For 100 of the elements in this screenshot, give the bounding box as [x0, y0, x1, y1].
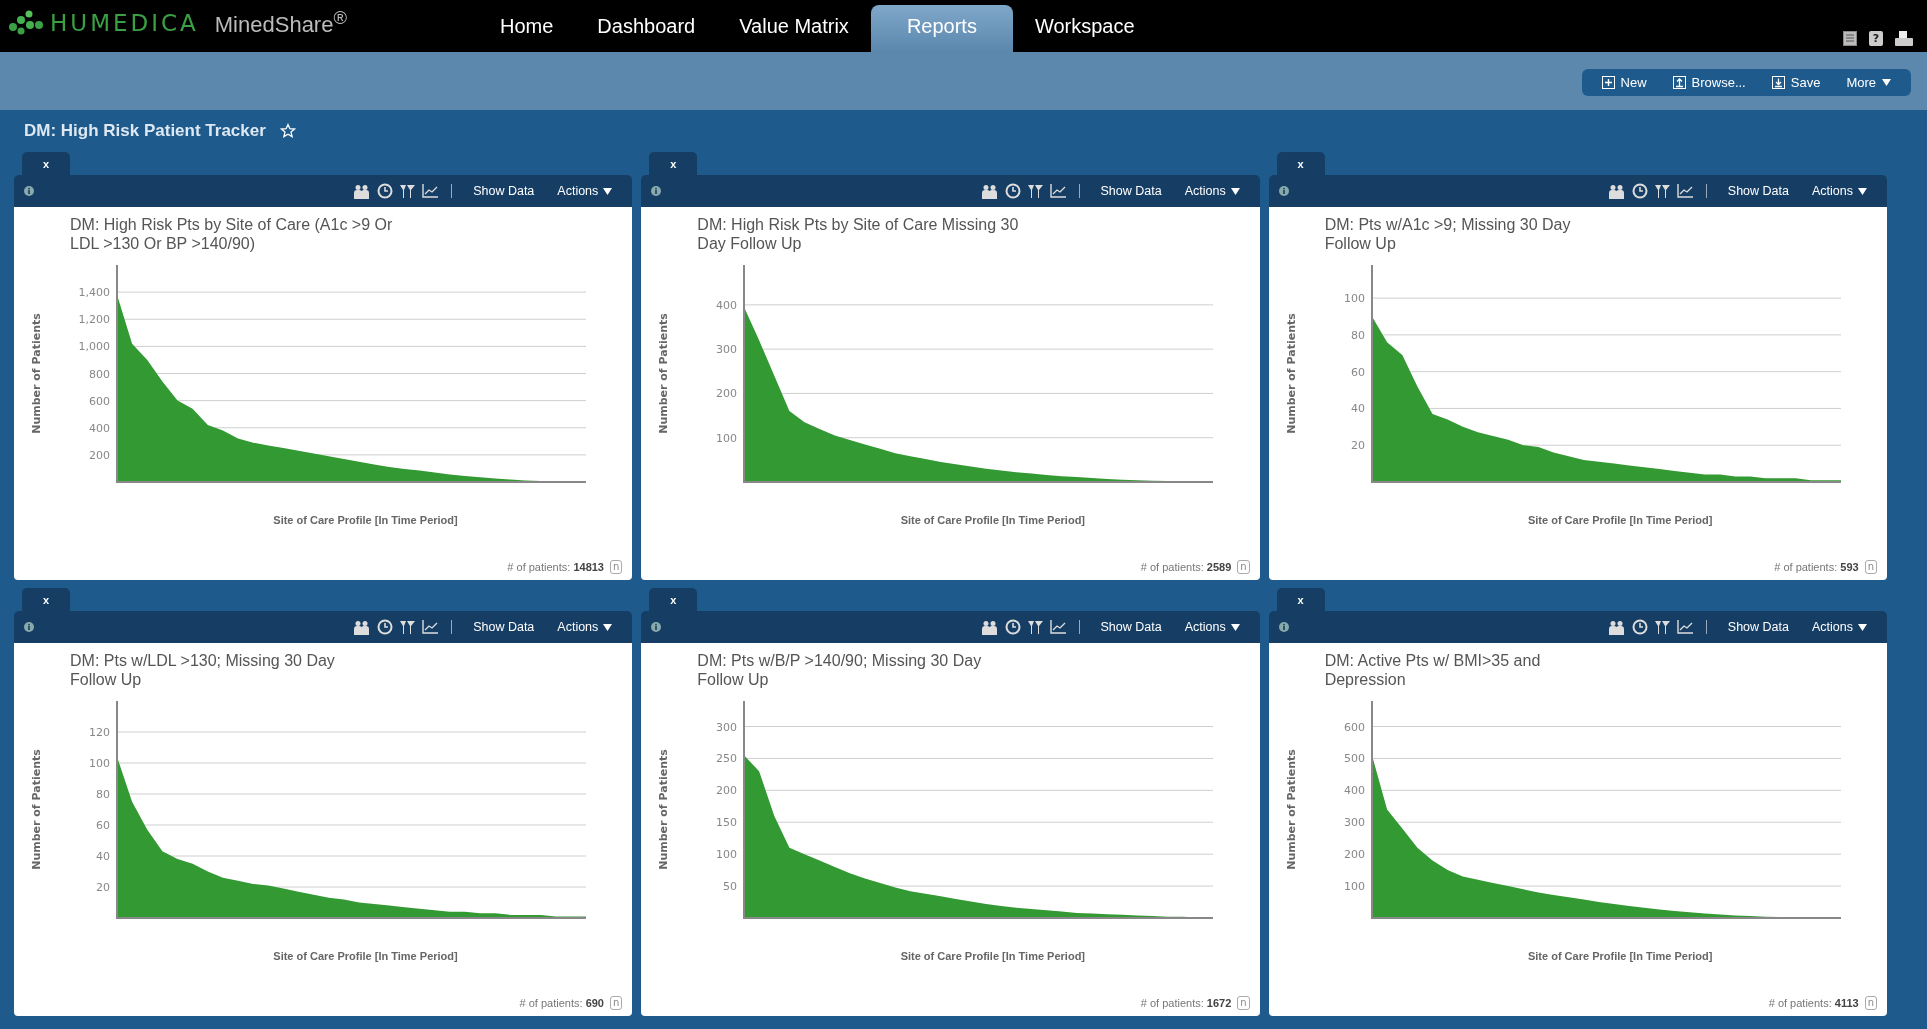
product-name: MinedShare$^{®}$ — [214, 7, 347, 39]
line-chart-icon[interactable] — [422, 184, 439, 198]
info-icon[interactable] — [24, 186, 34, 196]
line-chart-icon[interactable] — [1676, 620, 1693, 634]
actions-menu-button[interactable]: Actions — [549, 182, 621, 200]
chart-title: DM: Pts w/B/P >140/90; Missing 30 Day Follow Up — [697, 651, 982, 689]
clock-icon[interactable] — [377, 183, 394, 199]
actions-menu-button[interactable]: Actions — [1176, 618, 1248, 636]
close-tab[interactable]: x — [22, 588, 70, 611]
info-icon[interactable] — [1278, 622, 1289, 632]
clock-icon[interactable] — [1631, 183, 1648, 199]
y-tick-label: 200 — [716, 784, 738, 798]
close-tab[interactable]: x — [1276, 588, 1325, 611]
close-tab[interactable]: x — [649, 588, 698, 611]
chart-title: DM: High Risk Pts by Site of Care Missing 30 Day Follow Up — [697, 215, 1019, 253]
y-tick-label: 1,400 — [78, 286, 110, 300]
actions-menu-button[interactable]: Actions — [1804, 182, 1875, 200]
y-tick-label: 600 — [1343, 720, 1365, 734]
n-badge[interactable]: n — [1237, 996, 1250, 1010]
info-icon[interactable] — [651, 186, 662, 196]
chart-title: DM: Pts w/LDL >130; Missing 30 Day Follow Up — [70, 651, 335, 689]
line-chart-icon[interactable] — [1049, 620, 1066, 634]
y-tick-label: 1,200 — [78, 313, 110, 327]
filter-icon[interactable] — [400, 184, 416, 198]
caret-icon — [1858, 187, 1867, 195]
info-icon[interactable] — [1278, 186, 1289, 196]
filter-icon[interactable] — [1027, 184, 1043, 198]
x-axis-label: Site of Care Profile [In Time Period] — [900, 950, 1085, 962]
y-tick-label: 300 — [1343, 816, 1365, 830]
y-tick-label: 200 — [1343, 848, 1365, 862]
people-icon[interactable] — [353, 619, 371, 635]
patient-count: # of patients: 1672 — [1140, 997, 1232, 1009]
y-tick-label: 100 — [89, 757, 110, 770]
people-icon[interactable] — [1607, 183, 1625, 199]
x-axis-label: Site of Care Profile [In Time Period] — [1527, 514, 1713, 526]
people-icon[interactable] — [980, 619, 998, 635]
show-data-button[interactable]: Show Data — [1719, 618, 1797, 636]
clock-icon[interactable] — [1631, 619, 1648, 635]
nav-tab[interactable]: Dashboard — [575, 5, 718, 52]
save-button[interactable]: Save — [1763, 71, 1829, 93]
show-data-button[interactable]: Show Data — [465, 618, 543, 636]
show-data-button[interactable]: Show Data — [1719, 182, 1797, 200]
show-data-button[interactable]: Show Data — [1092, 618, 1170, 636]
filter-icon[interactable] — [1027, 620, 1043, 634]
y-axis-label: Number of Patients — [1284, 313, 1298, 434]
line-chart-icon[interactable] — [1049, 184, 1066, 198]
y-tick-label: 400 — [716, 298, 738, 312]
info-icon[interactable] — [24, 622, 34, 632]
y-axis-label: Number of Patients — [657, 313, 671, 434]
people-icon[interactable] — [1607, 619, 1625, 635]
people-icon[interactable] — [353, 183, 371, 199]
browse-button[interactable]: Browse... — [1664, 71, 1754, 93]
y-tick-label: 300 — [716, 720, 738, 734]
people-icon[interactable] — [980, 183, 998, 199]
patient-count: # of patients: 4113 — [1768, 997, 1859, 1009]
caret-icon — [603, 623, 613, 631]
y-axis-label: Number of Patients — [1284, 749, 1298, 870]
actions-menu-button[interactable]: Actions — [1804, 618, 1875, 636]
print-icon[interactable] — [1895, 31, 1913, 46]
clock-icon[interactable] — [1004, 183, 1021, 199]
actions-menu-button[interactable]: Actions — [1176, 182, 1248, 200]
close-tab[interactable]: x — [1276, 152, 1325, 175]
patient-count: # of patients: 14813 — [507, 561, 604, 573]
line-chart-icon[interactable] — [422, 620, 439, 634]
actions-menu-button[interactable]: Actions — [549, 618, 621, 636]
new-button[interactable]: New — [1593, 71, 1655, 93]
patient-count: # of patients: 2589 — [1140, 561, 1232, 573]
help-icon[interactable]: ? — [1869, 31, 1883, 46]
nav-tab[interactable]: Home — [478, 5, 576, 52]
y-tick-label: 150 — [716, 816, 738, 830]
nav-tab[interactable]: Value Matrix — [717, 5, 871, 52]
y-axis-label: Number of Patients — [30, 313, 43, 434]
clock-icon[interactable] — [1004, 619, 1021, 635]
nav-tab[interactable]: Workspace — [1012, 5, 1157, 52]
n-badge[interactable]: n — [610, 996, 623, 1010]
page-title: DM: High Risk Patient Tracker — [24, 121, 266, 141]
n-badge[interactable]: n — [1864, 560, 1877, 574]
star-icon[interactable] — [279, 123, 296, 139]
logo-icon — [8, 10, 44, 36]
filter-icon[interactable] — [1654, 184, 1670, 198]
more-menu-button[interactable]: More — [1838, 71, 1899, 93]
y-tick-label: 60 — [96, 819, 110, 832]
filter-icon[interactable] — [1654, 620, 1670, 634]
clock-icon[interactable] — [377, 619, 394, 635]
y-axis-label: Number of Patients — [657, 749, 671, 870]
show-data-button[interactable]: Show Data — [1092, 182, 1170, 200]
n-badge[interactable]: n — [1237, 560, 1250, 574]
download-icon — [1771, 75, 1785, 89]
close-tab[interactable]: x — [22, 152, 70, 175]
close-tab[interactable]: x — [649, 152, 698, 175]
show-data-button[interactable]: Show Data — [465, 182, 543, 200]
y-axis-label: Number of Patients — [30, 749, 43, 870]
n-badge[interactable]: n — [610, 560, 623, 574]
patient-count: # of patients: 593 — [1774, 561, 1859, 573]
y-tick-label: 800 — [89, 367, 110, 381]
info-icon[interactable] — [651, 622, 662, 632]
y-tick-label: 100 — [1343, 880, 1365, 894]
n-badge[interactable]: n — [1864, 996, 1877, 1010]
line-chart-icon[interactable] — [1676, 184, 1693, 198]
filter-icon[interactable] — [400, 620, 416, 634]
